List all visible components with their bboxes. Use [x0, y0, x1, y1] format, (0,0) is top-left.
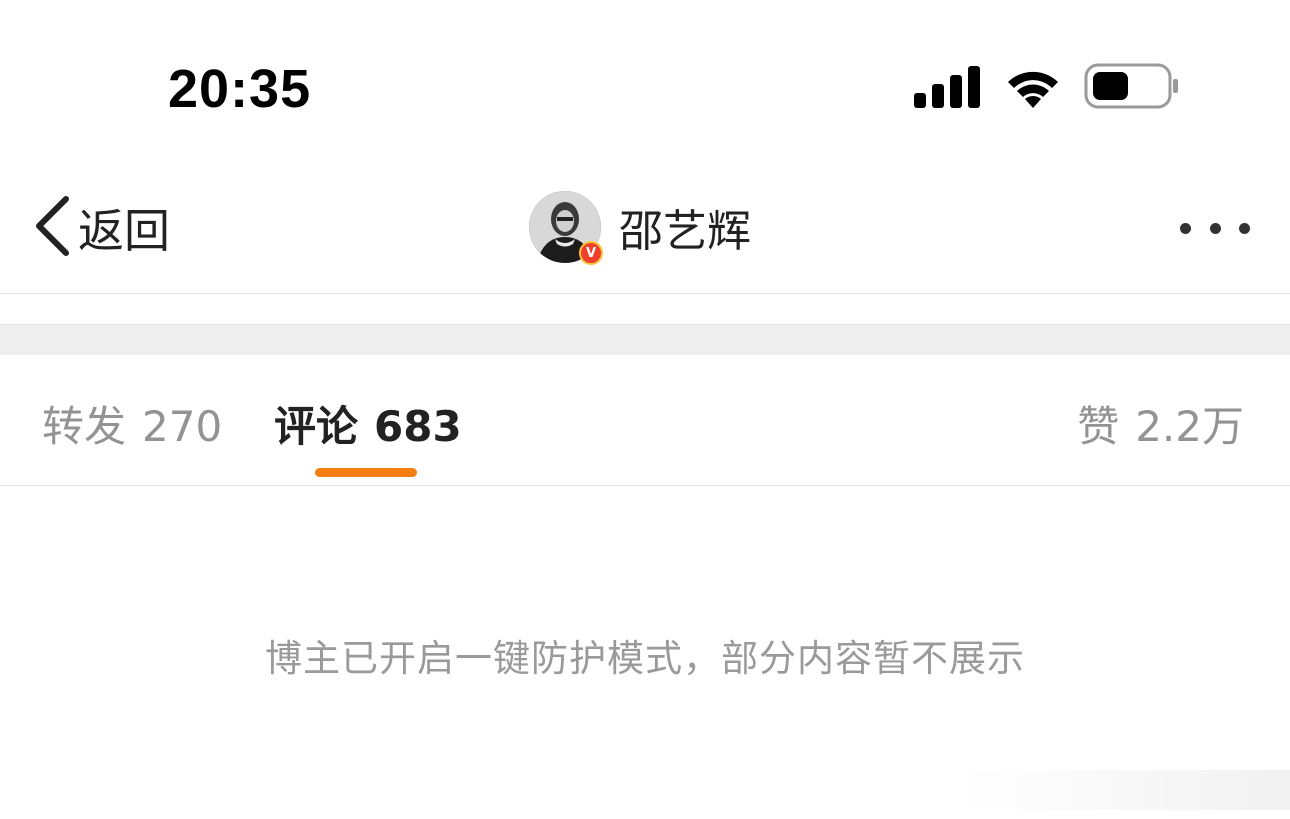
tab-reposts[interactable]: 转发 270 [42, 393, 222, 454]
section-divider [0, 324, 1290, 355]
tab-comments-count: 683 [374, 402, 462, 451]
tab-likes-count: 2.2万 [1135, 402, 1244, 451]
profile-name[interactable]: 邵艺辉 [619, 195, 751, 259]
more-dot [1239, 222, 1250, 234]
tab-likes-label: 赞 [1077, 402, 1120, 451]
more-dots-icon [1180, 222, 1191, 234]
status-time: 20:35 [168, 59, 312, 119]
chevron-left-icon [32, 195, 70, 261]
signal-icon [914, 66, 982, 112]
tab-reposts-count: 270 [142, 402, 223, 451]
avatar[interactable]: V [529, 191, 603, 265]
tab-comments[interactable]: 评论 683 [274, 393, 462, 454]
profile-header[interactable]: V 邵艺辉 [529, 191, 751, 265]
tab-row: 转发 270 评论 683 赞 2.2万 [0, 355, 1290, 486]
back-button[interactable]: 返回 [32, 196, 170, 260]
watermark-fade [960, 770, 1290, 810]
more-dot [1209, 222, 1221, 234]
protection-mode-notice: 博主已开启一键防护模式，部分内容暂不展示 [265, 637, 1025, 680]
active-tab-indicator [315, 468, 417, 477]
tab-reposts-label: 转发 [42, 402, 127, 451]
status-bar: 20:35 [0, 0, 1290, 170]
nav-bar: 返回 V 邵艺辉 [0, 170, 1290, 294]
more-options-button[interactable] [1180, 218, 1250, 238]
tab-likes[interactable]: 赞 2.2万 [1077, 393, 1244, 454]
tab-comments-label: 评论 [274, 402, 359, 451]
battery-icon [1084, 63, 1180, 113]
wifi-icon [1003, 64, 1063, 112]
verified-badge: V [579, 241, 603, 265]
back-label: 返回 [78, 204, 170, 258]
